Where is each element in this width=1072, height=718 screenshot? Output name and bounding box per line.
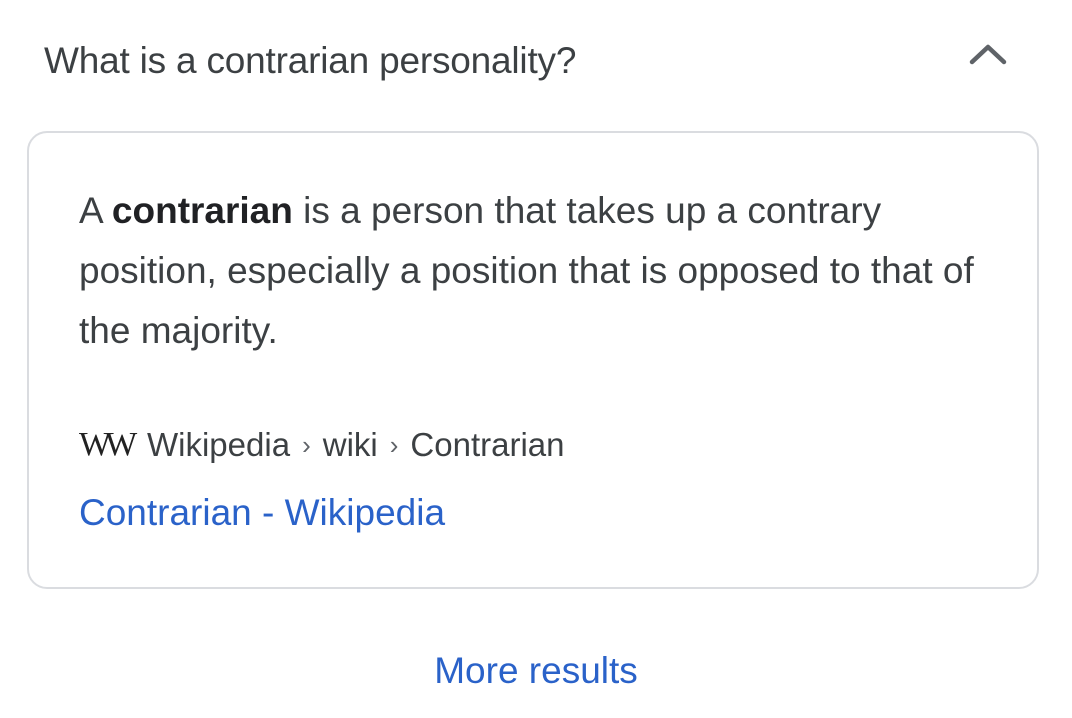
- breadcrumb: Wikipedia › wiki › Contrarian: [147, 423, 564, 467]
- answer-card: A contrarian is a person that takes up a…: [27, 131, 1039, 589]
- chevron-up-icon[interactable]: [966, 38, 1010, 68]
- faq-question-text: What is a contrarian personality?: [44, 40, 577, 81]
- breadcrumb-separator: ›: [389, 430, 399, 460]
- faq-question-header[interactable]: What is a contrarian personality?: [0, 0, 1072, 120]
- breadcrumb-separator: ›: [302, 430, 311, 460]
- wikipedia-logo-icon: WW: [79, 426, 137, 463]
- more-results-row: More results: [0, 645, 1072, 697]
- source-row[interactable]: WW Wikipedia › wiki › Contrarian: [79, 423, 564, 467]
- more-results-link[interactable]: More results: [434, 650, 638, 691]
- breadcrumb-path: wiki: [322, 426, 378, 463]
- result-title-link[interactable]: Contrarian - Wikipedia: [79, 488, 445, 538]
- answer-snippet: A contrarian is a person that takes up a…: [79, 181, 979, 361]
- breadcrumb-site: Wikipedia: [147, 426, 291, 463]
- breadcrumb-page: Contrarian: [410, 426, 565, 463]
- snippet-bold-term: contrarian: [111, 190, 293, 231]
- snippet-prefix: A: [79, 190, 112, 231]
